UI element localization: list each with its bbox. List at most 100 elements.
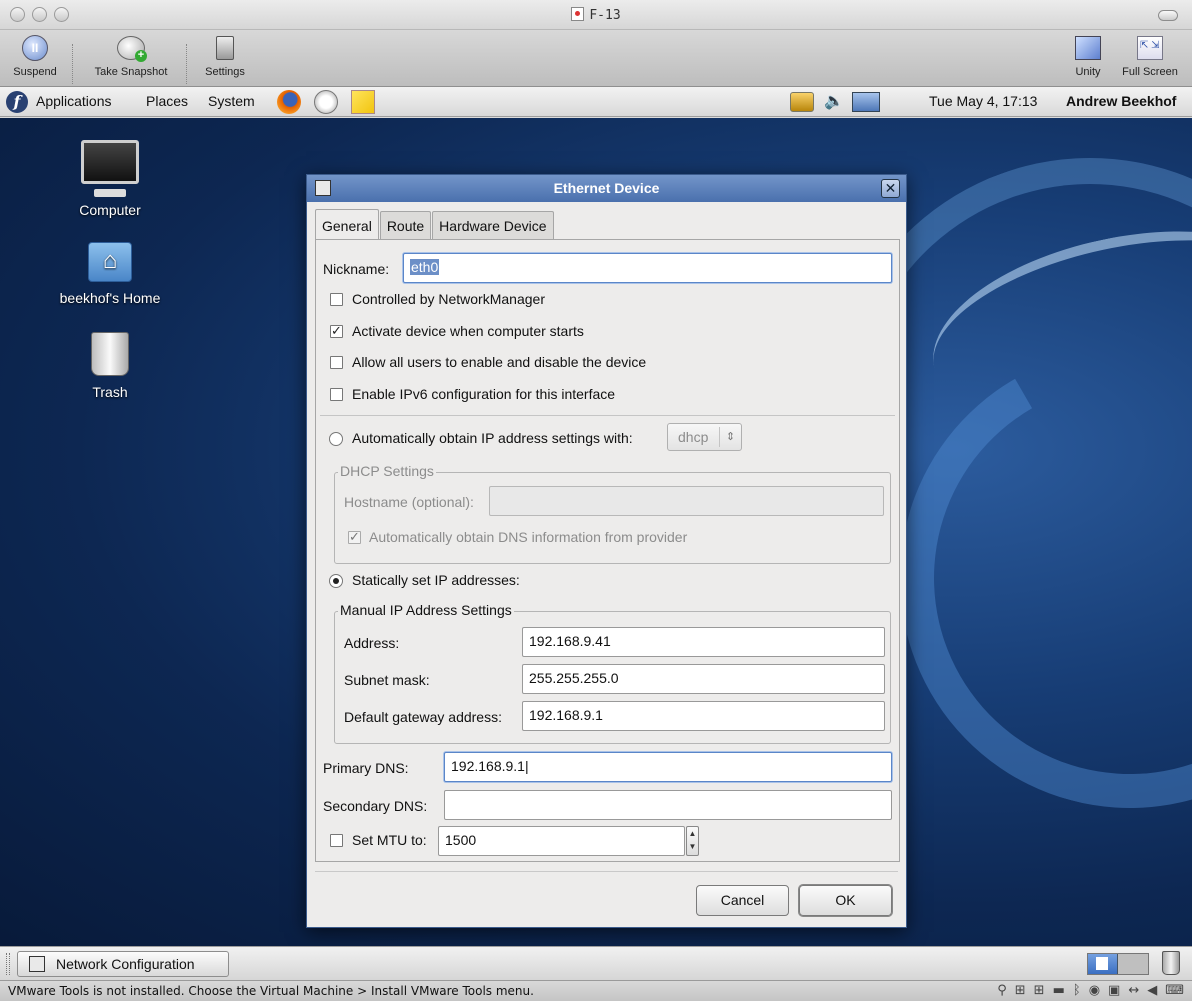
subnet-mask-field[interactable]: 255.255.255.0 [522, 664, 885, 694]
cancel-button[interactable]: Cancel [696, 885, 789, 916]
network-adapter-icon[interactable]: ↔ [1128, 983, 1139, 998]
nickname-label: Nickname: [323, 261, 390, 277]
hard-disk-icon[interactable]: ▬ [1053, 983, 1065, 998]
fedora-logo-icon[interactable]: f [6, 91, 28, 113]
desktop-icon-computer[interactable]: Computer [50, 140, 170, 218]
manual-ip-frame-title: Manual IP Address Settings [338, 602, 514, 618]
network-config-icon [29, 956, 45, 972]
gnome-top-panel: f Applications Places System 🔈 Tue May 4… [0, 87, 1192, 117]
tip-icon[interactable]: ⚲ [997, 983, 1007, 998]
tab-hardware-device[interactable]: Hardware Device [432, 211, 554, 240]
network-status-icon[interactable] [852, 92, 880, 112]
update-notifier-icon[interactable] [790, 92, 814, 112]
enable-ipv6-label: Enable IPv6 configuration for this inter… [352, 386, 616, 402]
usb-icon[interactable]: ⊞ [1034, 983, 1045, 998]
bluetooth-icon[interactable]: ᛒ [1073, 983, 1081, 998]
desktop-icon-home[interactable]: beekhof's Home [50, 242, 170, 306]
status-message: VMware Tools is not installed. Choose th… [8, 984, 534, 998]
auto-dns-label: Automatically obtain DNS information fro… [369, 529, 688, 545]
desktop-icon-trash[interactable]: Trash [50, 332, 170, 400]
panel-handle [6, 953, 10, 975]
desktop-icon-label: Trash [92, 384, 128, 400]
full-screen-icon [1137, 36, 1163, 60]
allow-users-label: Allow all users to enable and disable th… [352, 354, 647, 370]
usb-icon[interactable]: ⊞ [1015, 983, 1026, 998]
enable-ipv6-checkbox[interactable] [330, 388, 343, 401]
mtu-spinner[interactable]: ▲ ▼ [686, 826, 699, 856]
panel-clock[interactable]: Tue May 4, 17:13 [929, 93, 1037, 109]
gateway-label: Default gateway address: [344, 709, 502, 725]
mail-client-icon[interactable] [314, 90, 338, 114]
mtu-field[interactable]: 1500 [438, 826, 685, 856]
desktop-icon-label: Computer [79, 202, 141, 218]
unity-button[interactable]: Unity [1068, 34, 1108, 78]
window-title: F-13 [0, 7, 1192, 23]
static-ip-radio[interactable] [329, 574, 343, 588]
workspace-switcher[interactable] [1087, 953, 1149, 975]
networkmanager-checkbox[interactable] [330, 293, 343, 306]
user-switcher[interactable]: Andrew Beekhof [1066, 93, 1176, 109]
snapshot-icon [117, 36, 147, 62]
sound-icon[interactable]: ◀ [1147, 983, 1157, 998]
keyboard-icon[interactable]: ⌨ [1165, 983, 1184, 998]
dhcp-frame-title: DHCP Settings [338, 463, 436, 479]
secondary-dns-label: Secondary DNS: [323, 798, 428, 814]
static-ip-label: Statically set IP addresses: [352, 572, 520, 588]
unity-icon [1075, 36, 1101, 60]
settings-label: Settings [205, 66, 245, 78]
auto-ip-radio[interactable] [329, 432, 343, 446]
nickname-field[interactable]: eth0 [403, 253, 892, 283]
trash-icon [91, 332, 129, 376]
trash-applet-icon[interactable] [1162, 951, 1180, 975]
separator [320, 415, 895, 416]
set-mtu-checkbox[interactable] [330, 834, 343, 847]
address-label: Address: [344, 635, 400, 651]
primary-dns-field[interactable]: 192.168.9.1| [444, 752, 892, 782]
full-screen-label: Full Screen [1122, 66, 1178, 78]
tab-route[interactable]: Route [379, 211, 432, 240]
system-menu[interactable]: System [208, 93, 255, 109]
dialog-titlebar[interactable]: Ethernet Device ✕ [307, 175, 906, 202]
allow-users-checkbox[interactable] [330, 356, 343, 369]
floppy-icon[interactable]: ▣ [1108, 983, 1120, 998]
suspend-button[interactable]: II Suspend [6, 34, 64, 78]
tab-general[interactable]: General [315, 209, 379, 240]
settings-button[interactable]: Settings [196, 34, 254, 78]
close-icon[interactable]: ✕ [881, 179, 900, 198]
volume-icon[interactable]: 🔈 [824, 92, 848, 112]
pause-icon: II [22, 35, 48, 61]
cd-rom-icon[interactable]: ◉ [1089, 983, 1100, 998]
window-title-text: F-13 [589, 8, 621, 23]
primary-dns-label: Primary DNS: [323, 760, 409, 776]
notes-icon[interactable] [351, 90, 375, 114]
take-snapshot-button[interactable]: Take Snapshot [84, 34, 178, 78]
button-separator [315, 871, 898, 872]
activate-on-start-checkbox[interactable] [330, 323, 343, 339]
taskbar-network-configuration[interactable]: Network Configuration [17, 951, 229, 977]
full-screen-button[interactable]: Full Screen [1114, 34, 1186, 78]
unity-label: Unity [1075, 66, 1101, 78]
settings-icon [216, 36, 234, 60]
hostname-field[interactable] [489, 486, 884, 516]
workspace-1[interactable] [1088, 954, 1118, 974]
address-field[interactable]: 192.168.9.41 [522, 627, 885, 657]
secondary-dns-field[interactable] [444, 790, 892, 820]
firefox-icon[interactable] [277, 90, 301, 114]
gateway-field[interactable]: 192.168.9.1 [522, 701, 885, 731]
nickname-value: eth0 [410, 259, 440, 275]
applications-menu[interactable]: Applications [36, 93, 112, 109]
auto-dns-checkbox[interactable] [348, 529, 361, 545]
mac-titlebar: F-13 [0, 0, 1192, 30]
toolbar-toggle-button[interactable] [1158, 10, 1178, 21]
ok-button[interactable]: OK [799, 885, 892, 916]
activate-on-start-label: Activate device when computer starts [352, 323, 584, 339]
take-snapshot-label: Take Snapshot [94, 66, 168, 78]
address-value: 192.168.9.41 [529, 633, 611, 649]
ip-method-select[interactable]: dhcp ⇕ [667, 423, 742, 451]
mtu-value: 1500 [445, 832, 477, 848]
subnet-mask-value: 255.255.255.0 [529, 670, 619, 686]
computer-icon [81, 140, 139, 197]
chevron-updown-icon: ⇕ [719, 427, 741, 447]
places-menu[interactable]: Places [146, 93, 188, 109]
dialog-title: Ethernet Device [553, 180, 660, 196]
